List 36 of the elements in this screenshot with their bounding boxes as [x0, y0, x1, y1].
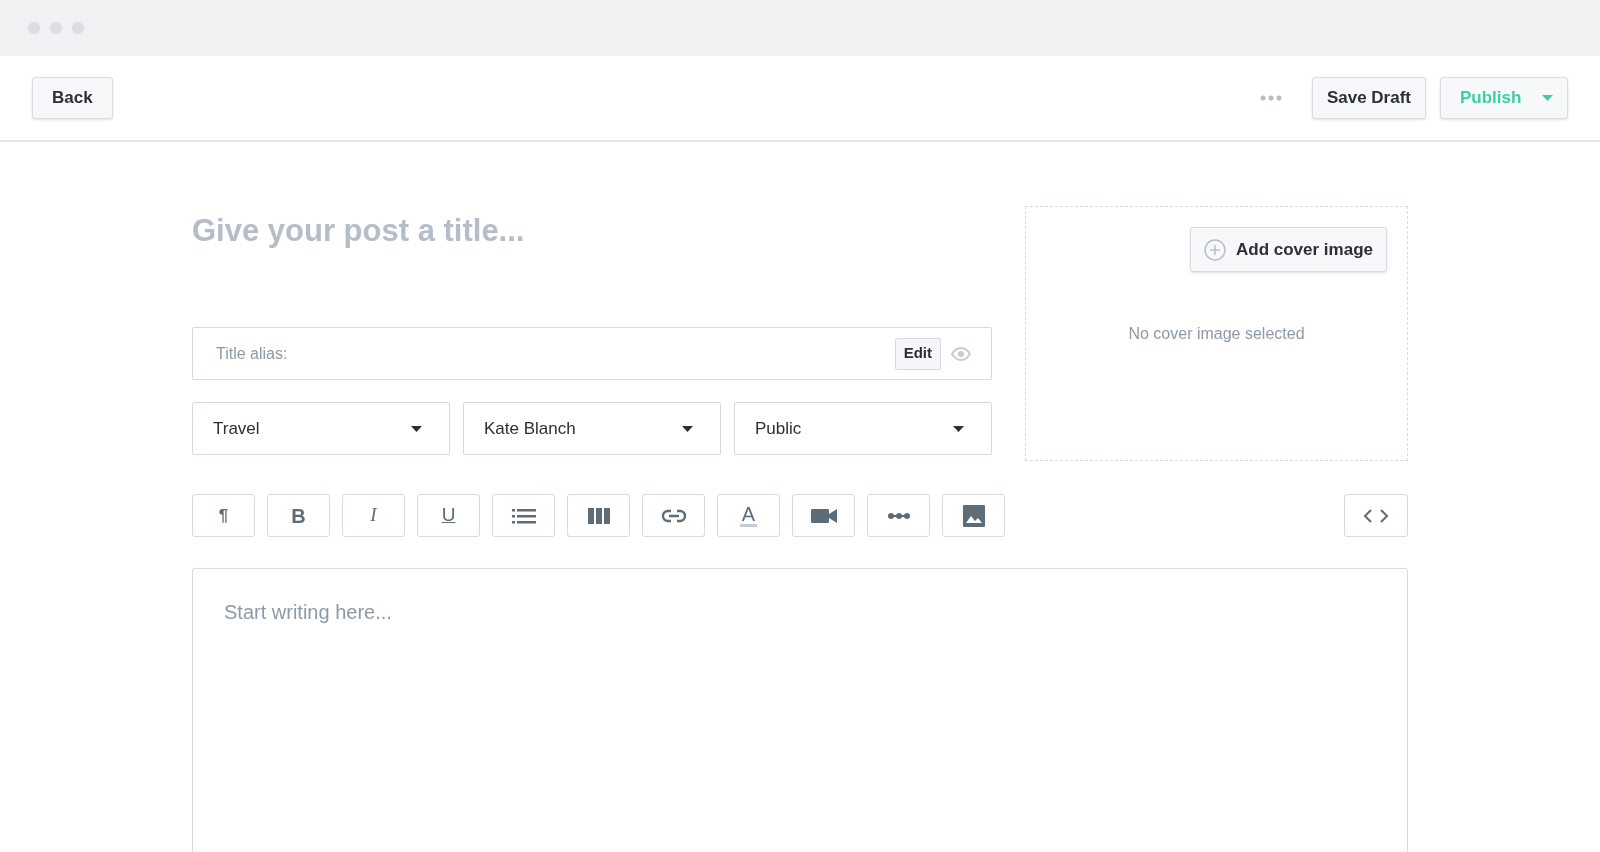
dropdown[interactable]: Travel — [192, 402, 450, 455]
alias-label: Title alias: — [216, 343, 289, 364]
link-button[interactable] — [642, 494, 705, 537]
columns-button[interactable] — [567, 494, 630, 537]
list-button[interactable] — [492, 494, 555, 537]
video-camera-icon — [810, 507, 837, 524]
columns-icon — [587, 507, 610, 524]
link-icon — [660, 508, 687, 523]
caret-down-icon — [682, 425, 693, 432]
paragraph-button[interactable]: ¶ — [192, 494, 255, 537]
caret-down-icon — [953, 425, 964, 432]
title-field[interactable]: Give your post a title... — [192, 206, 992, 256]
back-button[interactable]: Back — [32, 77, 113, 119]
underline-button[interactable]: U — [417, 494, 480, 537]
image-icon — [962, 504, 985, 527]
title-alias-field[interactable]: Title alias: Edit — [192, 327, 992, 380]
code-icon — [1363, 508, 1389, 523]
caret-down-icon — [1542, 95, 1553, 101]
divider-button[interactable] — [867, 494, 930, 537]
caret-down-icon — [411, 425, 422, 432]
bold-button[interactable]: B — [267, 494, 330, 537]
editor-placeholder: Start writing here... — [224, 600, 393, 625]
save-draft-button[interactable]: Save Draft — [1311, 77, 1426, 119]
dropdown[interactable]: Kate Blanch — [463, 402, 721, 455]
plus-circle-icon — [1204, 238, 1226, 261]
no-cover-message: No cover image selected — [1127, 324, 1306, 344]
italic-button[interactable]: I — [342, 494, 405, 537]
edit-button[interactable]: Edit — [894, 337, 941, 370]
text-color-button[interactable]: A — [717, 494, 780, 537]
dropdown[interactable]: Public — [734, 402, 992, 455]
video-button[interactable] — [792, 494, 855, 537]
add-cover-image-button[interactable]: Add cover image — [1190, 227, 1387, 272]
horizontal-rule-icon — [887, 512, 910, 519]
image-button[interactable] — [942, 494, 1005, 537]
code-view-button[interactable] — [1344, 494, 1408, 537]
list-icon — [511, 507, 536, 524]
